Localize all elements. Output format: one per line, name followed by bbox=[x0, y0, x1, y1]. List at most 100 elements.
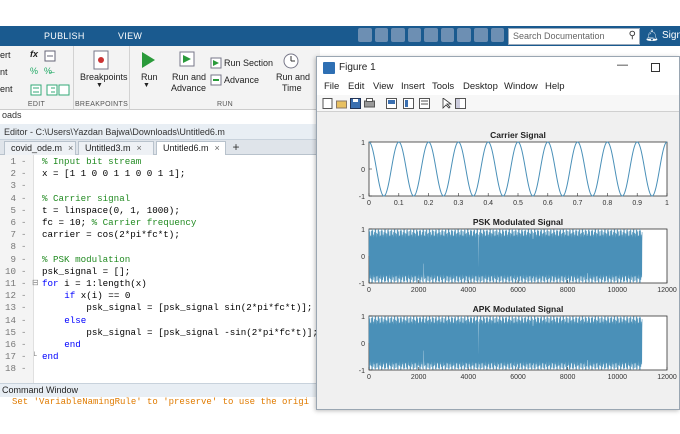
link-plot-icon[interactable] bbox=[386, 98, 397, 109]
current-folder-path[interactable]: oads bbox=[0, 110, 320, 124]
breakpoint-marker[interactable]: - bbox=[21, 254, 27, 266]
code-line[interactable]: 17- └ end bbox=[0, 351, 320, 363]
breakpoint-marker[interactable]: - bbox=[21, 315, 27, 327]
run-and-advance-line2[interactable]: Advance bbox=[171, 83, 206, 93]
breakpoint-marker[interactable]: - bbox=[21, 266, 27, 278]
search-input[interactable]: Search Documentation ⚲ bbox=[508, 28, 640, 45]
indent-label-clipped[interactable]: ent bbox=[0, 84, 13, 94]
breakpoint-marker[interactable]: - bbox=[21, 180, 27, 192]
paste-icon[interactable] bbox=[407, 28, 422, 42]
menu-tools[interactable]: Tools bbox=[432, 81, 454, 92]
menu-edit[interactable]: Edit bbox=[348, 81, 364, 92]
breakpoints-button[interactable]: Breakpoints bbox=[80, 72, 128, 82]
close-icon[interactable]: × bbox=[215, 143, 220, 153]
run-section-button[interactable]: Run Section bbox=[224, 58, 273, 68]
function-icon[interactable]: fx bbox=[30, 49, 38, 59]
run-and-time-line2[interactable]: Time bbox=[282, 83, 302, 93]
menu-window[interactable]: Window bbox=[504, 81, 538, 92]
insert-section-icon[interactable] bbox=[44, 50, 56, 62]
menu-file[interactable]: File bbox=[324, 81, 339, 92]
breakpoint-marker[interactable]: - bbox=[21, 278, 27, 290]
code-line[interactable]: 9- % PSK modulation bbox=[0, 254, 320, 266]
code-line[interactable]: 13- psk_signal = [psk_signal sin(2*pi*fc*… bbox=[0, 302, 320, 314]
code-line[interactable]: 3- bbox=[0, 180, 320, 192]
indent-icon[interactable] bbox=[30, 84, 42, 96]
code-line[interactable]: 15- psk_signal = [psk_signal -sin(2*pi*fc… bbox=[0, 327, 320, 339]
run-and-advance-line1[interactable]: Run and bbox=[172, 72, 206, 82]
percent-comment-icon[interactable]: % bbox=[30, 66, 38, 76]
menu-insert[interactable]: Insert bbox=[401, 81, 425, 92]
code-line[interactable]: 5- t = linspace(0, 1, 1000); bbox=[0, 205, 320, 217]
insert-legend-icon[interactable] bbox=[419, 98, 430, 109]
advance-icon[interactable] bbox=[210, 74, 222, 86]
advance-button[interactable]: Advance bbox=[224, 75, 259, 85]
close-icon[interactable]: × bbox=[68, 143, 73, 153]
breakpoint-marker[interactable]: - bbox=[21, 156, 27, 168]
code-line[interactable]: 6- fc = 10; % Carrier frequency bbox=[0, 217, 320, 229]
print-icon[interactable] bbox=[364, 98, 375, 109]
copy-icon[interactable] bbox=[391, 28, 405, 42]
run-dropdown-chevron-icon[interactable]: ▼ bbox=[143, 82, 150, 89]
cut-icon[interactable] bbox=[374, 28, 389, 42]
code-line[interactable]: 8- bbox=[0, 241, 320, 253]
code-line[interactable]: 1- % Input bit stream bbox=[0, 156, 320, 168]
breakpoint-marker[interactable]: - bbox=[21, 327, 27, 339]
code-line[interactable]: 16- end bbox=[0, 339, 320, 351]
notification-bell-icon[interactable]: 🔔︎ bbox=[645, 29, 659, 42]
fold-toggle-icon[interactable]: ⊟ bbox=[32, 278, 39, 290]
breakpoint-marker[interactable]: - bbox=[21, 351, 27, 363]
new-figure-icon[interactable] bbox=[322, 98, 333, 109]
code-line[interactable]: 4- % Carrier signal bbox=[0, 193, 320, 205]
open-file-icon[interactable] bbox=[336, 98, 347, 109]
code-line[interactable]: 14- else bbox=[0, 315, 320, 327]
minimize-button[interactable]: — bbox=[617, 59, 628, 71]
insert-label-clipped[interactable]: ert bbox=[0, 50, 11, 60]
command-window-output[interactable]: Set 'VariableNamingRule' to 'preserve' t… bbox=[0, 397, 320, 409]
property-inspector-icon[interactable] bbox=[455, 98, 466, 109]
insert-colorbar-icon[interactable] bbox=[403, 98, 414, 109]
help-icon[interactable] bbox=[473, 28, 488, 42]
breakpoint-marker[interactable]: - bbox=[21, 339, 27, 351]
tab-covid-ode[interactable]: covid_ode.m × bbox=[4, 141, 76, 155]
breakpoint-marker[interactable]: - bbox=[21, 193, 27, 205]
breakpoint-marker[interactable]: - bbox=[21, 229, 27, 241]
code-editor[interactable]: 1-% Input bit stream 2- x = [1 1 0 0 1 1 0… bbox=[0, 155, 320, 383]
pointer-icon[interactable] bbox=[441, 98, 452, 109]
redo-icon[interactable] bbox=[440, 28, 455, 42]
chevron-down-icon[interactable]: ▼ bbox=[96, 82, 103, 89]
menu-desktop[interactable]: Desktop bbox=[463, 81, 498, 92]
breakpoints-icon[interactable] bbox=[92, 50, 110, 70]
run-icon[interactable] bbox=[140, 51, 156, 69]
comment-label-clipped[interactable]: nt bbox=[0, 67, 8, 77]
menu-view[interactable]: View bbox=[373, 81, 393, 92]
code-line[interactable]: 18- bbox=[0, 363, 320, 375]
maximize-button[interactable] bbox=[651, 63, 660, 72]
expand-icon[interactable] bbox=[490, 28, 505, 42]
run-and-time-icon[interactable] bbox=[282, 51, 300, 69]
new-tab-button[interactable]: + bbox=[228, 141, 244, 155]
code-line[interactable]: 2- x = [1 1 0 0 1 1 0 0 1 1]; bbox=[0, 168, 320, 180]
breakpoint-marker[interactable]: - bbox=[21, 205, 27, 217]
run-section-icon[interactable] bbox=[210, 57, 222, 69]
save-icon[interactable] bbox=[358, 28, 372, 42]
run-and-time-line1[interactable]: Run and bbox=[276, 72, 310, 82]
tab-untitled3[interactable]: Untitled3.m × bbox=[78, 141, 154, 155]
code-line[interactable]: 11- ⊟ for i = 1:length(x) bbox=[0, 278, 320, 290]
breakpoint-marker[interactable]: - bbox=[21, 217, 27, 229]
undo-icon[interactable] bbox=[424, 28, 438, 42]
switch-windows-icon[interactable] bbox=[457, 28, 471, 42]
run-and-advance-icon[interactable] bbox=[178, 50, 196, 68]
breakpoint-marker[interactable]: - bbox=[21, 290, 27, 302]
breakpoint-marker[interactable]: - bbox=[21, 241, 27, 253]
tab-view[interactable]: VIEW bbox=[118, 26, 142, 46]
code-line[interactable]: 12- if x(i) == 0 bbox=[0, 290, 320, 302]
run-button[interactable]: Run bbox=[141, 72, 158, 82]
save-figure-icon[interactable] bbox=[350, 98, 361, 109]
uncomment-icon[interactable]: %̶ bbox=[44, 66, 52, 76]
breakpoint-marker[interactable]: - bbox=[21, 168, 27, 180]
menu-help[interactable]: Help bbox=[545, 81, 565, 92]
smart-indent-icon[interactable] bbox=[46, 84, 58, 96]
breakpoint-marker[interactable]: - bbox=[21, 302, 27, 314]
search-icon[interactable]: ⚲ bbox=[629, 30, 636, 41]
code-line[interactable]: 10- psk_signal = []; bbox=[0, 266, 320, 278]
